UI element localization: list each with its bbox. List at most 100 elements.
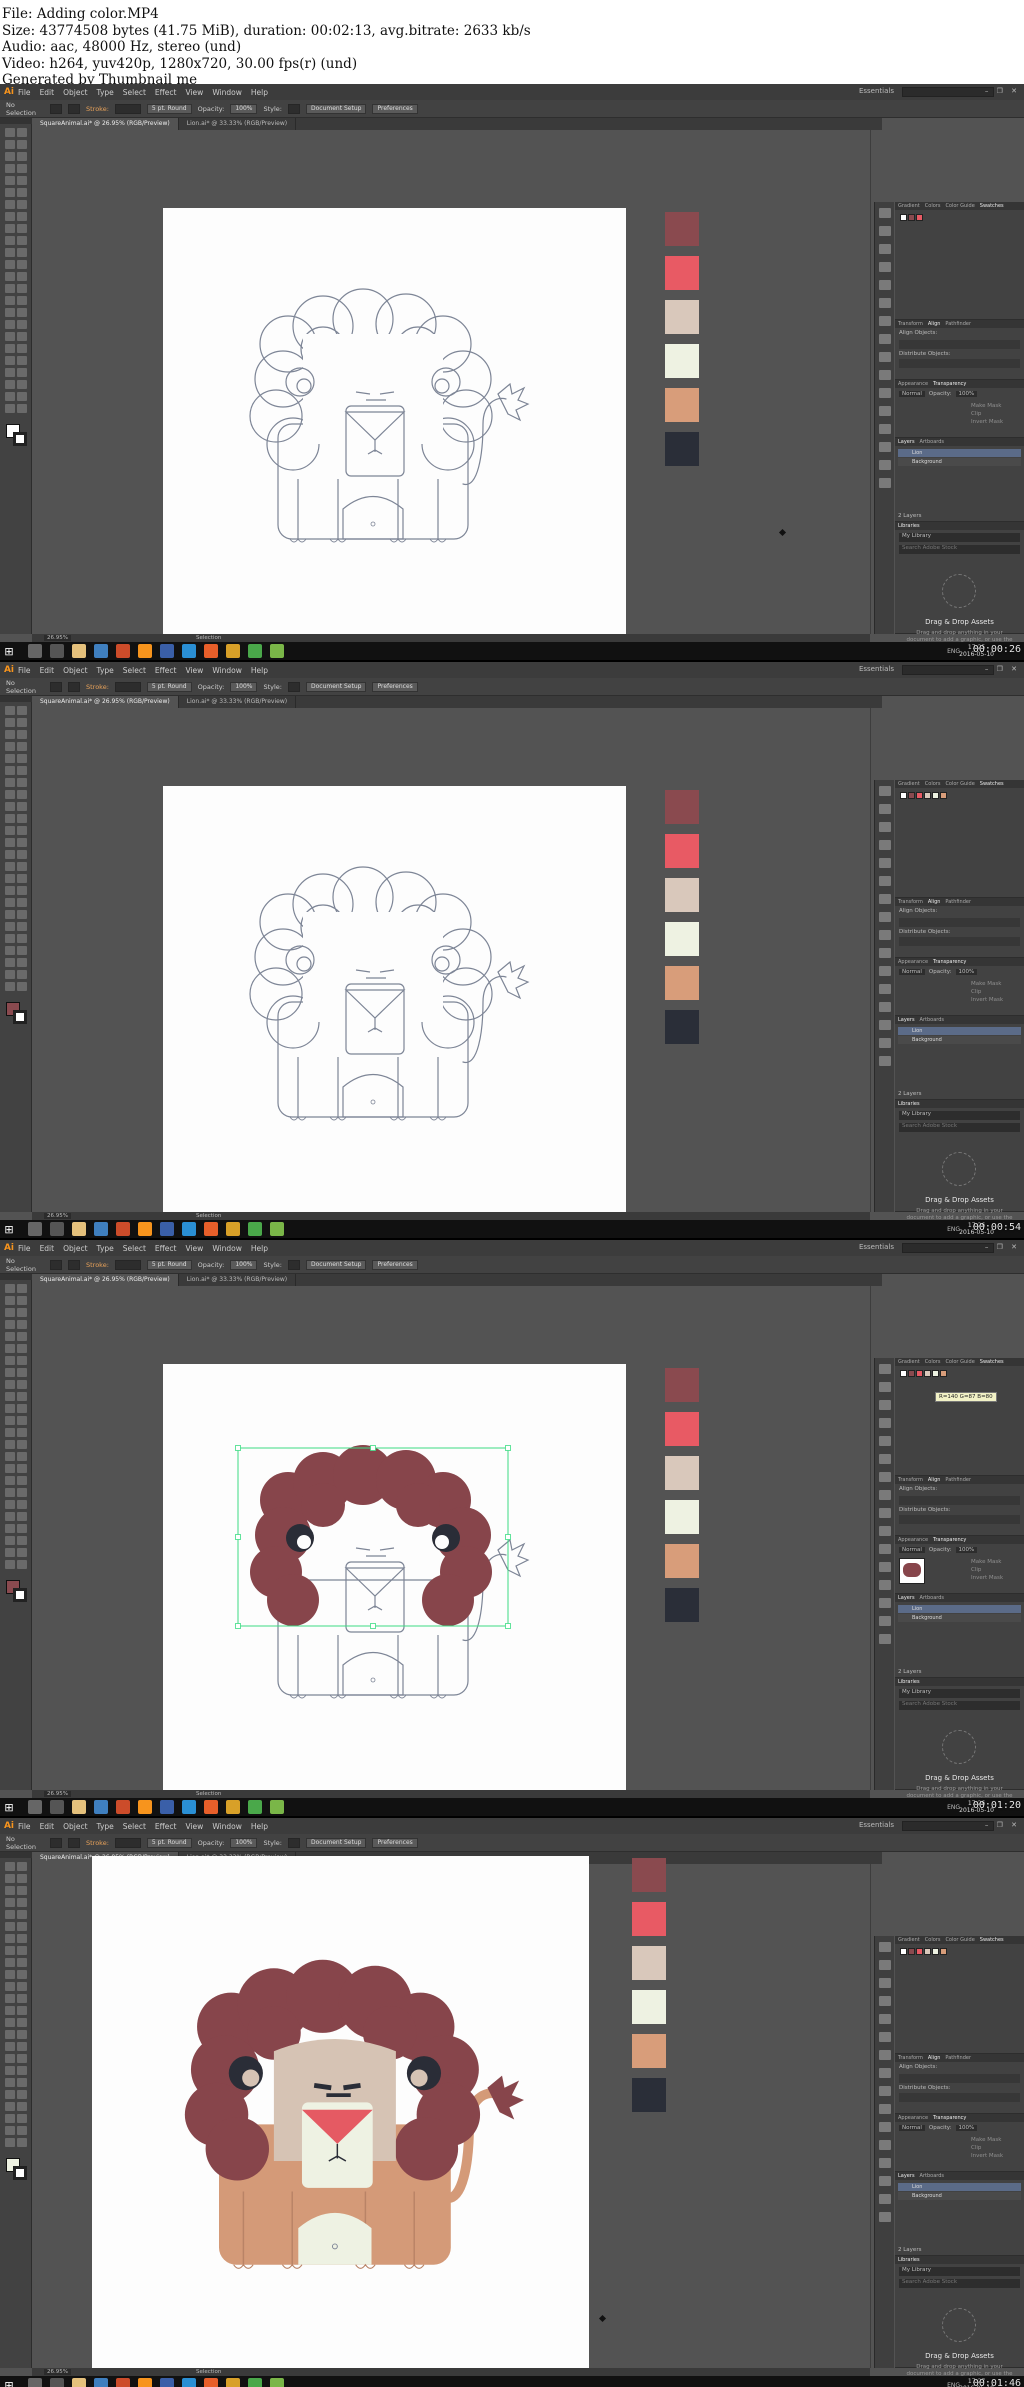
tool-button[interactable] <box>5 1874 15 1883</box>
taskbar-app-icon[interactable] <box>226 1800 240 1814</box>
stroke-label[interactable]: Stroke: <box>86 105 109 113</box>
tool-button[interactable] <box>17 898 27 907</box>
panel-tab-transparency[interactable]: Transparency <box>933 1537 966 1543</box>
color-swatch-4[interactable] <box>665 344 699 378</box>
tool-button[interactable] <box>5 1464 15 1473</box>
color-swatch-5[interactable] <box>665 1544 699 1578</box>
panel-tab-align[interactable]: Align <box>928 321 941 327</box>
tool-button[interactable] <box>17 1958 27 1967</box>
document-setup-button[interactable]: Document Setup <box>306 1837 367 1848</box>
tool-button[interactable] <box>5 778 15 787</box>
brush-dropdown[interactable]: 5 pt. Round <box>146 681 192 692</box>
swatch-chip[interactable] <box>916 1948 923 1955</box>
panel-dock-icon[interactable] <box>879 244 891 254</box>
tool-button[interactable] <box>17 1428 27 1437</box>
layer-row-lion[interactable]: Lion <box>898 449 1021 457</box>
layer-row-lion[interactable]: Lion <box>898 2183 1021 2191</box>
invert-mask-checkbox[interactable]: Invert Mask <box>971 418 1003 426</box>
taskbar-app-icon[interactable] <box>50 1800 64 1814</box>
panel-dock-icon[interactable] <box>879 1544 891 1554</box>
taskbar-app-icon[interactable] <box>204 644 218 658</box>
swatch-chip[interactable] <box>908 1370 915 1377</box>
lion-illustration[interactable] <box>228 866 530 1142</box>
panel-dock-icon[interactable] <box>879 858 891 868</box>
panel-dock-icon[interactable] <box>879 1960 891 1970</box>
tool-button[interactable] <box>5 248 15 257</box>
menu-edit[interactable]: Edit <box>40 666 55 675</box>
color-swatch-2[interactable] <box>665 834 699 868</box>
menu-select[interactable]: Select <box>123 1822 146 1831</box>
panel-tab-colors[interactable]: Colors <box>925 1359 941 1365</box>
tool-button[interactable] <box>17 1886 27 1895</box>
tool-button[interactable] <box>17 1440 27 1449</box>
tool-button[interactable] <box>17 1970 27 1979</box>
panel-dock-icon[interactable] <box>879 1580 891 1590</box>
menu-view[interactable]: View <box>186 666 204 675</box>
taskbar-app-icon[interactable] <box>94 2378 108 2387</box>
invert-mask-checkbox[interactable]: Invert Mask <box>971 2152 1003 2160</box>
tool-button[interactable] <box>5 790 15 799</box>
swatch-chip[interactable] <box>900 1370 907 1377</box>
tool-button[interactable] <box>17 790 27 799</box>
tool-button[interactable] <box>17 236 27 245</box>
panel-dock-icon[interactable] <box>879 1038 891 1048</box>
tool-button[interactable] <box>5 1380 15 1389</box>
menu-help[interactable]: Help <box>251 1244 268 1253</box>
panel-dock-icon[interactable] <box>879 1634 891 1644</box>
taskbar-app-icon[interactable] <box>116 2378 130 2387</box>
panel-dock-icon[interactable] <box>879 370 891 380</box>
taskbar-app-icon[interactable] <box>270 1222 284 1236</box>
tool-button[interactable] <box>5 1488 15 1497</box>
help-search-input[interactable] <box>902 665 994 675</box>
stroke-label[interactable]: Stroke: <box>86 1839 109 1847</box>
library-search-input[interactable]: Search Adobe Stock <box>899 1123 1020 1132</box>
stroke-color-picker[interactable] <box>68 103 80 114</box>
tool-button[interactable] <box>17 754 27 763</box>
layer-row-lion[interactable]: Lion <box>898 1605 1021 1613</box>
panel-dock-icon[interactable] <box>879 1364 891 1374</box>
tool-button[interactable] <box>17 1500 27 1509</box>
panel-tab-swatches[interactable]: Swatches <box>980 781 1004 787</box>
menu-object[interactable]: Object <box>63 1244 87 1253</box>
panel-tab-gradient[interactable]: Gradient <box>898 203 920 209</box>
tool-button[interactable] <box>17 886 27 895</box>
color-swatch-6[interactable] <box>632 2078 666 2112</box>
panel-dock-icon[interactable] <box>879 1418 891 1428</box>
tool-button[interactable] <box>5 922 15 931</box>
menu-edit[interactable]: Edit <box>40 88 55 97</box>
panel-dock-icon[interactable] <box>879 1002 891 1012</box>
tool-button[interactable] <box>5 380 15 389</box>
color-swatch-6[interactable] <box>665 1010 699 1044</box>
workspace-switcher[interactable]: Essentials <box>859 665 894 673</box>
taskbar-app-icon[interactable] <box>248 1800 262 1814</box>
fill-color-picker[interactable] <box>50 1837 62 1848</box>
tool-button[interactable] <box>17 296 27 305</box>
tool-button[interactable] <box>5 1886 15 1895</box>
tool-button[interactable] <box>17 1910 27 1919</box>
tool-button[interactable] <box>17 248 27 257</box>
tool-button[interactable] <box>17 2090 27 2099</box>
panel-dock-icon[interactable] <box>879 948 891 958</box>
color-swatch-1[interactable] <box>665 1368 699 1402</box>
panel-dock-icon[interactable] <box>879 1400 891 1410</box>
tool-button[interactable] <box>5 1922 15 1931</box>
brush-dropdown[interactable]: 5 pt. Round <box>146 1259 192 1270</box>
taskbar-app-icon[interactable] <box>28 1800 42 1814</box>
tool-button[interactable] <box>17 814 27 823</box>
tool-button[interactable] <box>17 1874 27 1883</box>
document-tab-2[interactable]: Lion.ai* @ 33.33% (RGB/Preview) <box>179 1274 297 1286</box>
blend-mode-dropdown[interactable]: Normal <box>899 969 925 975</box>
libraries-tab[interactable]: Libraries <box>898 1679 920 1685</box>
panel-tab-layers[interactable]: Layers <box>898 2173 915 2179</box>
tool-button[interactable] <box>17 1994 27 2003</box>
tool-button[interactable] <box>17 2078 27 2087</box>
panel-dock-icon[interactable] <box>879 786 891 796</box>
language-indicator[interactable]: ENG <box>947 648 960 655</box>
tool-button[interactable] <box>17 1862 27 1871</box>
tool-button[interactable] <box>17 1476 27 1485</box>
tool-button[interactable] <box>17 224 27 233</box>
language-indicator[interactable]: ENG <box>947 1804 960 1811</box>
document-tab-2[interactable]: Lion.ai* @ 33.33% (RGB/Preview) <box>179 696 297 708</box>
blend-mode-dropdown[interactable]: Normal <box>899 2125 925 2131</box>
tool-button[interactable] <box>5 874 15 883</box>
